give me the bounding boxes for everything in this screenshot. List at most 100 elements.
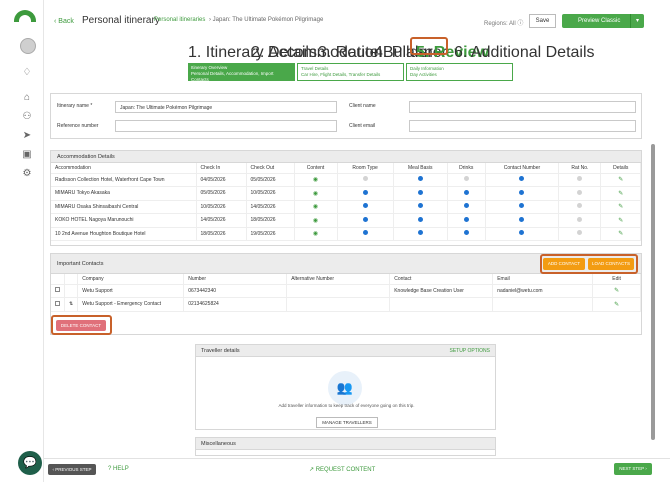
contact-alt-number	[286, 297, 391, 312]
client-name-input[interactable]	[409, 101, 636, 113]
next-step-button[interactable]: NEXT STEP ›	[614, 463, 652, 475]
manage-travellers-button[interactable]: MANAGE TRAVELLERS	[316, 417, 378, 428]
status-dot	[463, 176, 469, 182]
table-row: MIMARU Tokyo Akasaka 05/05/2026 10/05/20…	[51, 186, 641, 201]
chevron-down-icon[interactable]: ▾	[630, 14, 644, 28]
accommodation-name: MIMARU Osaka Shinsaibashi Central	[51, 200, 197, 214]
table-row: 10 2nd Avenue Houghton Boutique Hotel 18…	[51, 227, 641, 241]
status-dot	[577, 230, 583, 236]
status-dot	[577, 203, 583, 209]
help-label: HELP	[113, 466, 129, 472]
reference-input[interactable]	[115, 120, 337, 132]
drag-handle-icon[interactable]: ⇅	[69, 301, 73, 307]
edit-icon[interactable]: ✎	[614, 302, 619, 308]
edit-icon[interactable]: ✎	[618, 231, 623, 237]
header: ‹ Back Personal itinerary Personal itine…	[44, 0, 670, 42]
load-contacts-button[interactable]: LOAD CONTACTS	[588, 258, 634, 270]
add-contact-button[interactable]: ADD CONTACT	[543, 258, 585, 270]
status-dot	[417, 203, 423, 209]
contact-alt-number	[286, 284, 391, 298]
request-content-link[interactable]: ↗ REQUEST CONTENT	[309, 466, 375, 473]
col-check-out: Check Out	[246, 163, 295, 174]
check-in-date: 18/05/2026	[196, 227, 247, 241]
miscellaneous-panel: Miscellaneous	[195, 437, 496, 456]
contact-email: nadaniel@wetu.com	[492, 284, 594, 298]
setup-options-link[interactable]: SETUP OPTIONS	[450, 348, 490, 354]
edit-icon[interactable]: ✎	[618, 204, 623, 210]
contact-name	[389, 297, 494, 312]
table-row: ⇅ Wetu Support - Emergency Contact 02134…	[51, 297, 641, 312]
edit-icon[interactable]: ✎	[618, 177, 623, 183]
edit-icon[interactable]: ✎	[618, 218, 623, 224]
scrollbar[interactable]	[651, 144, 655, 440]
previous-step-button[interactable]: ‹ PREVIOUS STEP	[48, 464, 96, 475]
delete-contact-button[interactable]: DELETE CONTACT	[56, 320, 106, 331]
eye-icon[interactable]: ◉	[313, 191, 318, 197]
substep-desc: Car Hire, Flight Details, Transfer Detai…	[301, 72, 381, 77]
image-icon[interactable]: ▣	[21, 149, 33, 161]
contact-company: Wetu Support	[77, 284, 185, 298]
status-dot	[463, 203, 469, 209]
brand-logo-icon[interactable]	[14, 10, 36, 22]
users-icon[interactable]: ⚇	[21, 111, 33, 123]
eye-icon[interactable]: ◉	[313, 204, 318, 210]
app-root: ♢ ⌂ ⚇ ➤ ▣ ⚙ 💬 ‹ Back Personal itinerary …	[0, 0, 670, 482]
eye-icon[interactable]: ◉	[313, 218, 318, 224]
col-number: Number	[183, 274, 288, 285]
preview-classic-button[interactable]: Preview Classic ▾	[562, 14, 644, 28]
col-contact: Contact	[389, 274, 494, 285]
substep-itinerary-overview[interactable]: Itinerary Overview Personal Details, Acc…	[188, 63, 295, 82]
back-label: Back	[58, 18, 74, 25]
contact-name: Knowledge Base Creation User	[389, 284, 494, 298]
col-meal-basis: Meal Basis	[393, 163, 448, 174]
col-email: Email	[492, 274, 594, 285]
settings-icon[interactable]: ⚙	[21, 168, 33, 180]
status-dot	[463, 216, 469, 222]
status-dot	[417, 189, 423, 195]
preview-label: Preview Classic	[578, 18, 621, 24]
accommodation-name: 10 2nd Avenue Houghton Boutique Hotel	[51, 227, 197, 241]
substep-daily-information[interactable]: Daily Information Day Activities	[406, 63, 513, 81]
send-icon[interactable]: ➤	[21, 130, 33, 142]
save-button[interactable]: Save	[529, 14, 556, 28]
breadcrumb-link[interactable]: Personal itineraries	[154, 17, 205, 23]
contact-email	[492, 297, 594, 312]
sidebar: ♢ ⌂ ⚇ ➤ ▣ ⚙ 💬	[0, 0, 44, 482]
user-avatar[interactable]	[20, 38, 36, 54]
tab-additional-details[interactable]: 6. Additional Details	[454, 44, 595, 62]
check-in-date: 10/05/2026	[196, 200, 247, 214]
back-link[interactable]: ‹ Back	[54, 18, 74, 25]
users-icon: 👥	[328, 371, 362, 405]
bell-icon[interactable]: ♢	[21, 67, 33, 79]
accommodation-name: KOKO HOTEL Nagoya Marunouchi	[51, 213, 197, 228]
eye-icon[interactable]: ◉	[313, 177, 318, 183]
help-link[interactable]: ? HELP	[108, 466, 129, 472]
regions-selector[interactable]: Regions: All ⓘ	[484, 18, 523, 27]
help-icon: ?	[108, 466, 112, 472]
row-checkbox[interactable]	[55, 300, 60, 306]
eye-icon[interactable]: ◉	[313, 231, 318, 237]
status-dot	[463, 230, 469, 236]
client-email-input[interactable]	[409, 120, 636, 132]
chat-icon[interactable]: 💬	[18, 451, 42, 475]
itinerary-form-panel: Itinerary name * Japan: The Ultimate Pok…	[50, 93, 642, 139]
traveller-header: Traveller details SETUP OPTIONS	[196, 345, 495, 357]
row-checkbox[interactable]	[55, 287, 60, 293]
accommodation-title: Accommodation Details	[51, 151, 641, 163]
col-accommodation: Accommodation	[51, 163, 197, 174]
status-dot	[519, 189, 525, 195]
check-out-date: 14/05/2026	[246, 200, 295, 214]
edit-icon[interactable]: ✎	[614, 288, 619, 294]
table-row: KOKO HOTEL Nagoya Marunouchi 14/05/2026 …	[51, 213, 641, 228]
edit-icon[interactable]: ✎	[618, 191, 623, 197]
table-header: Accommodation Check In Check Out Content…	[51, 163, 641, 174]
col-check-in: Check In	[196, 163, 247, 174]
contact-company: Wetu Support - Emergency Contact	[77, 297, 185, 312]
accommodation-name: MIMARU Tokyo Akasaka	[51, 186, 197, 201]
miscellaneous-title: Miscellaneous	[196, 438, 495, 450]
itinerary-name-input[interactable]: Japan: The Ultimate Pokémon Pilgrimage	[115, 101, 337, 113]
home-icon[interactable]: ⌂	[21, 92, 33, 104]
accommodation-name: Radisson Collection Hotel, Waterfront Ca…	[51, 173, 197, 187]
substep-travel-details[interactable]: Travel Details Car Hire, Flight Details,…	[297, 63, 404, 81]
col-edit: Edit	[592, 274, 641, 285]
